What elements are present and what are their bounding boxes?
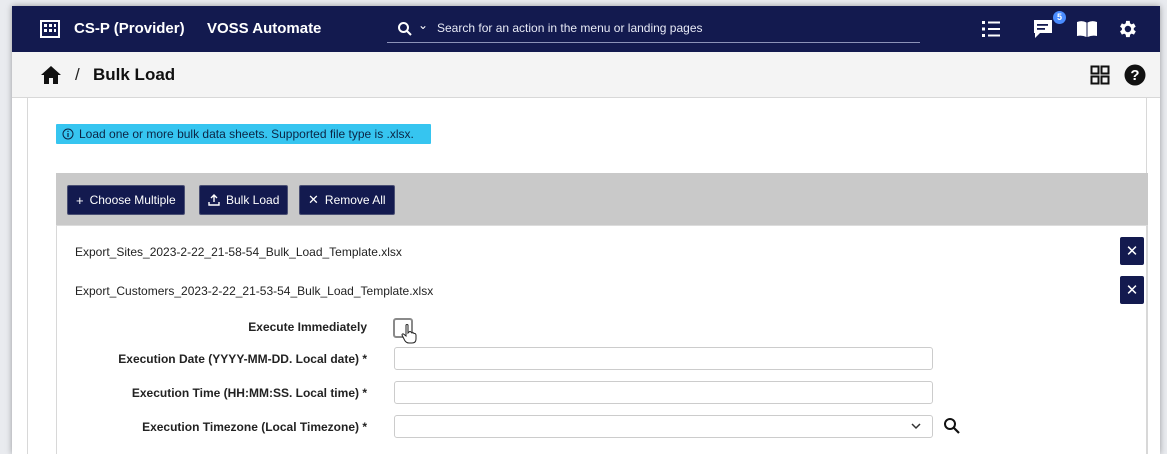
app-name: VOSS Automate	[206, 20, 322, 37]
list-item: Export_Sites_2023-2-22_21-58-54_Bulk_Loa…	[75, 245, 402, 259]
top-nav-bar: CS-P (Provider) VOSS Automate ⌄ 5	[12, 6, 1160, 52]
app-window: CS-P (Provider) VOSS Automate ⌄ 5	[12, 6, 1160, 454]
page-title: Bulk Load	[93, 65, 176, 84]
file-list: Export_Sites_2023-2-22_21-58-54_Bulk_Loa…	[56, 225, 1148, 454]
close-icon: ✕	[1125, 243, 1139, 260]
choose-multiple-label: Choose Multiple	[89, 193, 176, 207]
choose-multiple-button[interactable]: + Choose Multiple	[67, 185, 185, 215]
search-input[interactable]	[437, 19, 907, 37]
help-icon[interactable]: ?	[1124, 64, 1146, 86]
home-icon[interactable]	[40, 65, 62, 85]
search-bar[interactable]: ⌄	[387, 14, 920, 43]
info-message: Load one or more bulk data sheets. Suppo…	[79, 127, 414, 141]
chevron-down-icon[interactable]: ⌄	[418, 18, 428, 32]
bulk-load-label: Bulk Load	[226, 193, 280, 207]
close-icon: ✕	[1125, 282, 1139, 299]
book-icon[interactable]	[1076, 18, 1098, 40]
search-icon[interactable]	[397, 21, 413, 37]
grid-view-icon[interactable]	[1090, 65, 1110, 85]
remove-all-label: Remove All	[324, 193, 386, 207]
list-item: Export_Customers_2023-2-22_21-53-54_Bulk…	[75, 284, 434, 298]
building-icon[interactable]	[40, 19, 60, 39]
execution-timezone-select[interactable]	[394, 415, 933, 438]
upload-icon	[208, 194, 220, 206]
bulk-load-panel: Load one or more bulk data sheets. Suppo…	[27, 98, 1148, 454]
breadcrumb: / Bulk Load ?	[12, 52, 1160, 98]
search-icon[interactable]	[943, 417, 961, 435]
hand-cursor-icon	[401, 324, 417, 344]
chevron-down-icon	[911, 423, 921, 430]
remove-file-button[interactable]: ✕	[1120, 237, 1144, 265]
toolbar: + Choose Multiple Bulk Load ✕ Remove All	[56, 173, 1148, 225]
remove-all-button[interactable]: ✕ Remove All	[299, 185, 395, 215]
messages-badge: 5	[1053, 11, 1066, 24]
execute-immediately-label: Execute Immediately	[248, 320, 367, 334]
list-icon[interactable]	[980, 18, 1002, 40]
plus-icon: +	[76, 192, 84, 208]
breadcrumb-separator: /	[75, 65, 80, 84]
execution-date-field[interactable]	[394, 347, 933, 370]
info-banner: Load one or more bulk data sheets. Suppo…	[56, 124, 431, 144]
bulk-load-button[interactable]: Bulk Load	[199, 185, 289, 215]
remove-file-button[interactable]: ✕	[1120, 276, 1144, 304]
tenant-name[interactable]: CS-P (Provider)	[74, 20, 185, 37]
execution-time-label: Execution Time (HH:MM:SS. Local time) *	[131, 386, 367, 400]
app-title: CS-P (Provider) VOSS Automate	[74, 20, 321, 37]
svg-text:?: ?	[1130, 67, 1139, 84]
messages-icon[interactable]	[1032, 18, 1054, 40]
info-icon	[62, 128, 74, 140]
execution-date-label: Execution Date (YYYY-MM-DD. Local date) …	[118, 352, 367, 366]
gear-icon[interactable]	[1116, 18, 1138, 40]
execution-time-field[interactable]	[394, 381, 933, 404]
execution-timezone-label: Execution Timezone (Local Timezone) *	[142, 420, 367, 434]
close-icon: ✕	[308, 192, 319, 207]
